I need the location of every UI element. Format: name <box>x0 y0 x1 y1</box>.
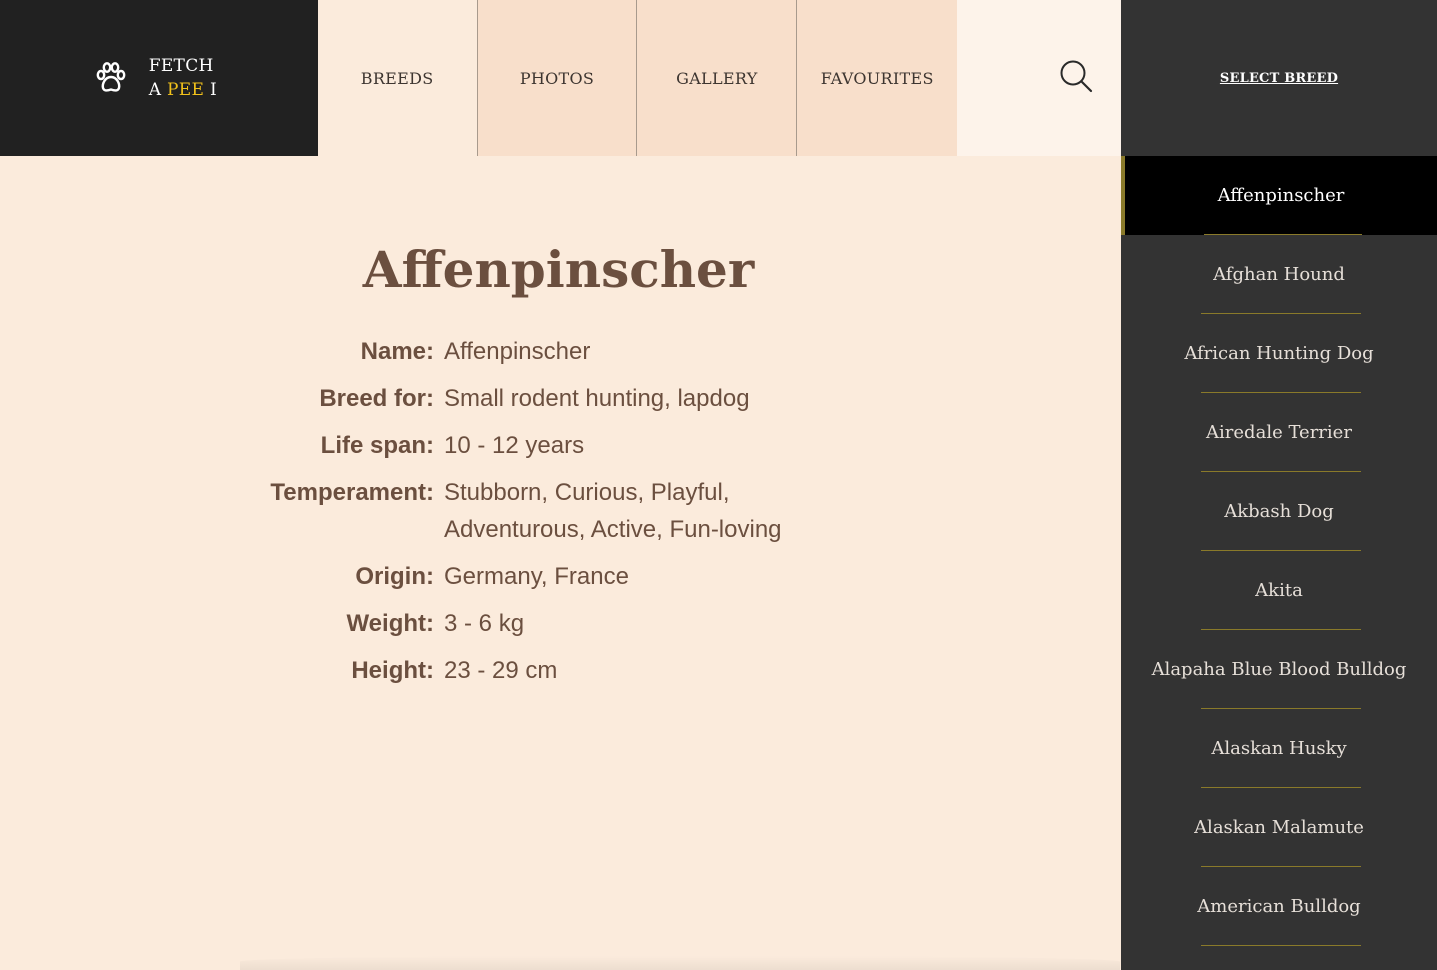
logo-text: FETCH A PEE I <box>149 54 217 102</box>
breed-list-item[interactable]: Akbash Dog <box>1121 472 1437 551</box>
breed-list: Affenpinscher Afghan Hound African Hunti… <box>1121 156 1437 946</box>
detail-row-weight: Weight: 3 - 6 kg <box>0 605 824 642</box>
breed-list-item[interactable]: Alaskan Husky <box>1121 709 1437 788</box>
app-root: FETCH A PEE I BREEDS PHOTOS GALLERY FAVO… <box>0 0 1437 970</box>
logo-line1: FETCH <box>148 56 214 76</box>
breed-detail-panel: Affenpinscher Name: Affenpinscher Breed … <box>0 156 1121 970</box>
sidebar-header: SELECT BREED <box>1121 0 1437 156</box>
breed-details: Name: Affenpinscher Breed for: Small rod… <box>0 333 824 699</box>
paw-icon <box>93 60 129 96</box>
breed-list-item[interactable]: Afghan Hound <box>1121 235 1437 314</box>
detail-label: Breed for: <box>319 385 434 412</box>
breed-list-item[interactable]: Akita <box>1121 551 1437 630</box>
search-icon[interactable] <box>1059 59 1093 93</box>
detail-value: Germany, France <box>444 563 629 590</box>
breed-list-item[interactable]: Alapaha Blue Blood Bulldog <box>1121 630 1437 709</box>
breed-list-item[interactable]: American Bulldog <box>1121 867 1437 946</box>
detail-value: 10 - 12 years <box>444 432 585 459</box>
logo-line2-prefix: A <box>148 80 162 100</box>
tab-favourites[interactable]: FAVOURITES <box>797 0 958 156</box>
top-header: FETCH A PEE I BREEDS PHOTOS GALLERY FAVO… <box>0 0 1122 156</box>
logo-line2-highlight: PEE <box>167 80 205 100</box>
logo-line2-suffix: I <box>209 80 217 100</box>
logo-line2: A PEE I <box>149 78 217 102</box>
select-breed-link[interactable]: SELECT BREED <box>1220 71 1338 86</box>
detail-value: 3 - 6 kg <box>444 610 525 637</box>
detail-row-temperament: Temperament: Stubborn, Curious, Playful,… <box>0 474 824 548</box>
breed-list-item[interactable]: African Hunting Dog <box>1121 314 1437 393</box>
detail-value: Stubborn, Curious, Playful, Adventurous,… <box>444 479 782 543</box>
detail-label: Height: <box>351 657 434 684</box>
detail-label: Weight: <box>346 610 434 637</box>
breed-title: Affenpinscher <box>362 240 755 299</box>
detail-label: Life span: <box>320 432 434 459</box>
detail-row-life-span: Life span: 10 - 12 years <box>0 427 824 464</box>
detail-row-origin: Origin: Germany, France <box>0 558 824 595</box>
breed-sidebar: SELECT BREED Affenpinscher Afghan Hound … <box>1121 0 1437 970</box>
detail-label: Name: <box>360 338 434 365</box>
tab-breeds[interactable]: BREEDS <box>317 0 478 156</box>
logo[interactable]: FETCH A PEE I <box>0 0 318 156</box>
detail-value: 23 - 29 cm <box>444 657 558 684</box>
breed-list-item[interactable]: Airedale Terrier <box>1121 393 1437 472</box>
search-area <box>957 0 1122 156</box>
detail-value: Affenpinscher <box>444 338 591 365</box>
detail-row-breed-for: Breed for: Small rodent hunting, lapdog <box>0 380 824 417</box>
tab-photos[interactable]: PHOTOS <box>477 0 638 156</box>
detail-value: Small rodent hunting, lapdog <box>444 385 750 412</box>
detail-row-height: Height: 23 - 29 cm <box>0 652 824 689</box>
detail-label: Origin: <box>355 563 434 590</box>
tab-gallery[interactable]: GALLERY <box>637 0 798 156</box>
detail-row-name: Name: Affenpinscher <box>0 333 824 370</box>
detail-label: Temperament: <box>270 479 434 506</box>
content-shadow <box>240 956 1120 970</box>
breed-list-item[interactable]: Alaskan Malamute <box>1121 788 1437 867</box>
breed-list-item[interactable]: Affenpinscher <box>1121 156 1437 235</box>
